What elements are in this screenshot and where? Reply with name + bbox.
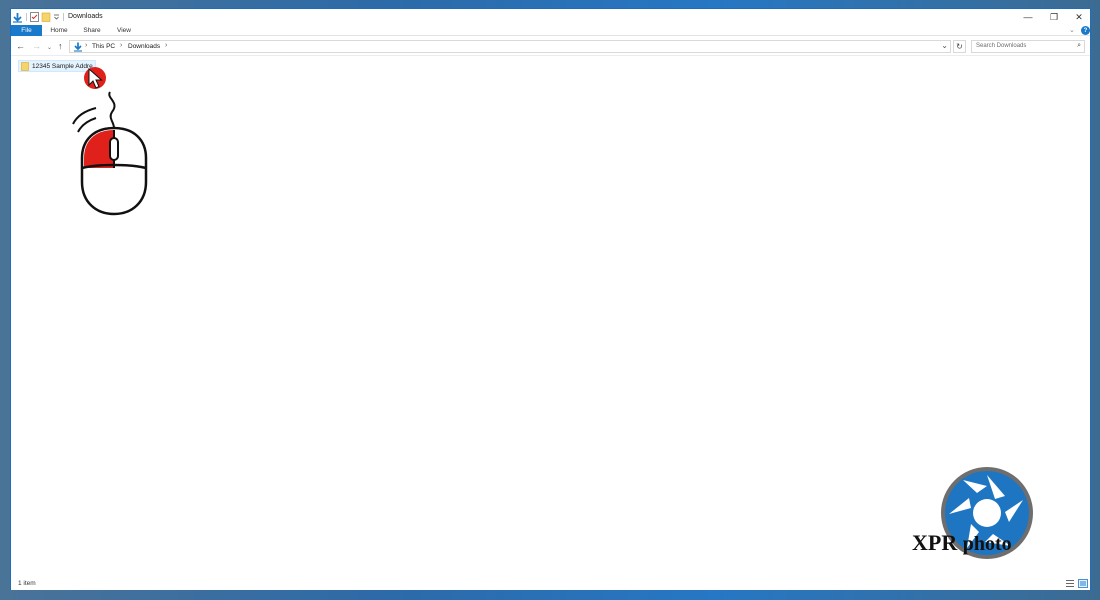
tab-file[interactable]: File (11, 25, 42, 36)
help-icon[interactable]: ? (1081, 26, 1090, 35)
up-button[interactable]: ↑ (58, 41, 63, 51)
ribbon-tabs: File Home Share View ⌄ ? (11, 25, 1090, 36)
breadcrumb-separator: › (120, 42, 123, 49)
customize-toolbar-icon[interactable] (53, 12, 60, 22)
breadcrumb-this-pc[interactable]: This PC (92, 43, 115, 50)
recent-locations-button[interactable]: ⌄ (47, 43, 52, 53)
breadcrumb-downloads[interactable]: Downloads (128, 43, 160, 50)
refresh-button[interactable]: ↻ (953, 40, 966, 53)
window-title: Downloads (68, 13, 103, 20)
downloads-location-icon (73, 42, 83, 54)
item-count: 1 item (18, 580, 36, 587)
tab-home[interactable]: Home (46, 25, 72, 36)
title-bar: Downloads — ❐ ✕ (11, 9, 1090, 25)
new-folder-icon[interactable] (41, 12, 51, 22)
address-dropdown-icon[interactable]: ⌄ (941, 41, 948, 50)
search-placeholder: Search Downloads (976, 43, 1027, 49)
back-button[interactable]: ← (16, 41, 25, 51)
logo-brand-upper: XPR (912, 530, 958, 555)
expand-ribbon-icon[interactable]: ⌄ (1069, 26, 1075, 34)
tab-view[interactable]: View (111, 25, 137, 36)
search-icon: ⌕ (1077, 42, 1081, 49)
tab-share[interactable]: Share (78, 25, 106, 36)
maximize-button[interactable]: ❐ (1041, 9, 1067, 25)
address-bar[interactable]: › This PC › Downloads › ⌄ (69, 40, 951, 53)
downloads-app-icon (12, 12, 23, 23)
search-input[interactable]: Search Downloads ⌕ (971, 40, 1085, 53)
status-bar: 1 item (11, 577, 1090, 590)
logo-text: XPR photo (912, 530, 1012, 556)
breadcrumb-separator: › (85, 42, 88, 49)
close-button[interactable]: ✕ (1066, 9, 1092, 25)
breadcrumb-separator: › (165, 42, 168, 49)
properties-icon[interactable] (30, 12, 39, 22)
details-view-icon[interactable] (1065, 579, 1075, 590)
folder-icon (21, 61, 29, 71)
title-separator (63, 13, 64, 21)
minimize-button[interactable]: — (1015, 9, 1041, 25)
xpr-photo-logo: XPR photo (905, 466, 1065, 566)
large-icons-view-icon[interactable] (1078, 579, 1088, 590)
forward-button[interactable]: → (32, 41, 41, 51)
navigation-bar: ← → ⌄ ↑ › This PC › Downloads › ⌄ ↻ Sear… (11, 37, 1090, 56)
logo-brand-lower: photo (962, 533, 1012, 555)
quick-access-separator (26, 13, 27, 21)
mouse-left-click-icon (68, 88, 152, 220)
